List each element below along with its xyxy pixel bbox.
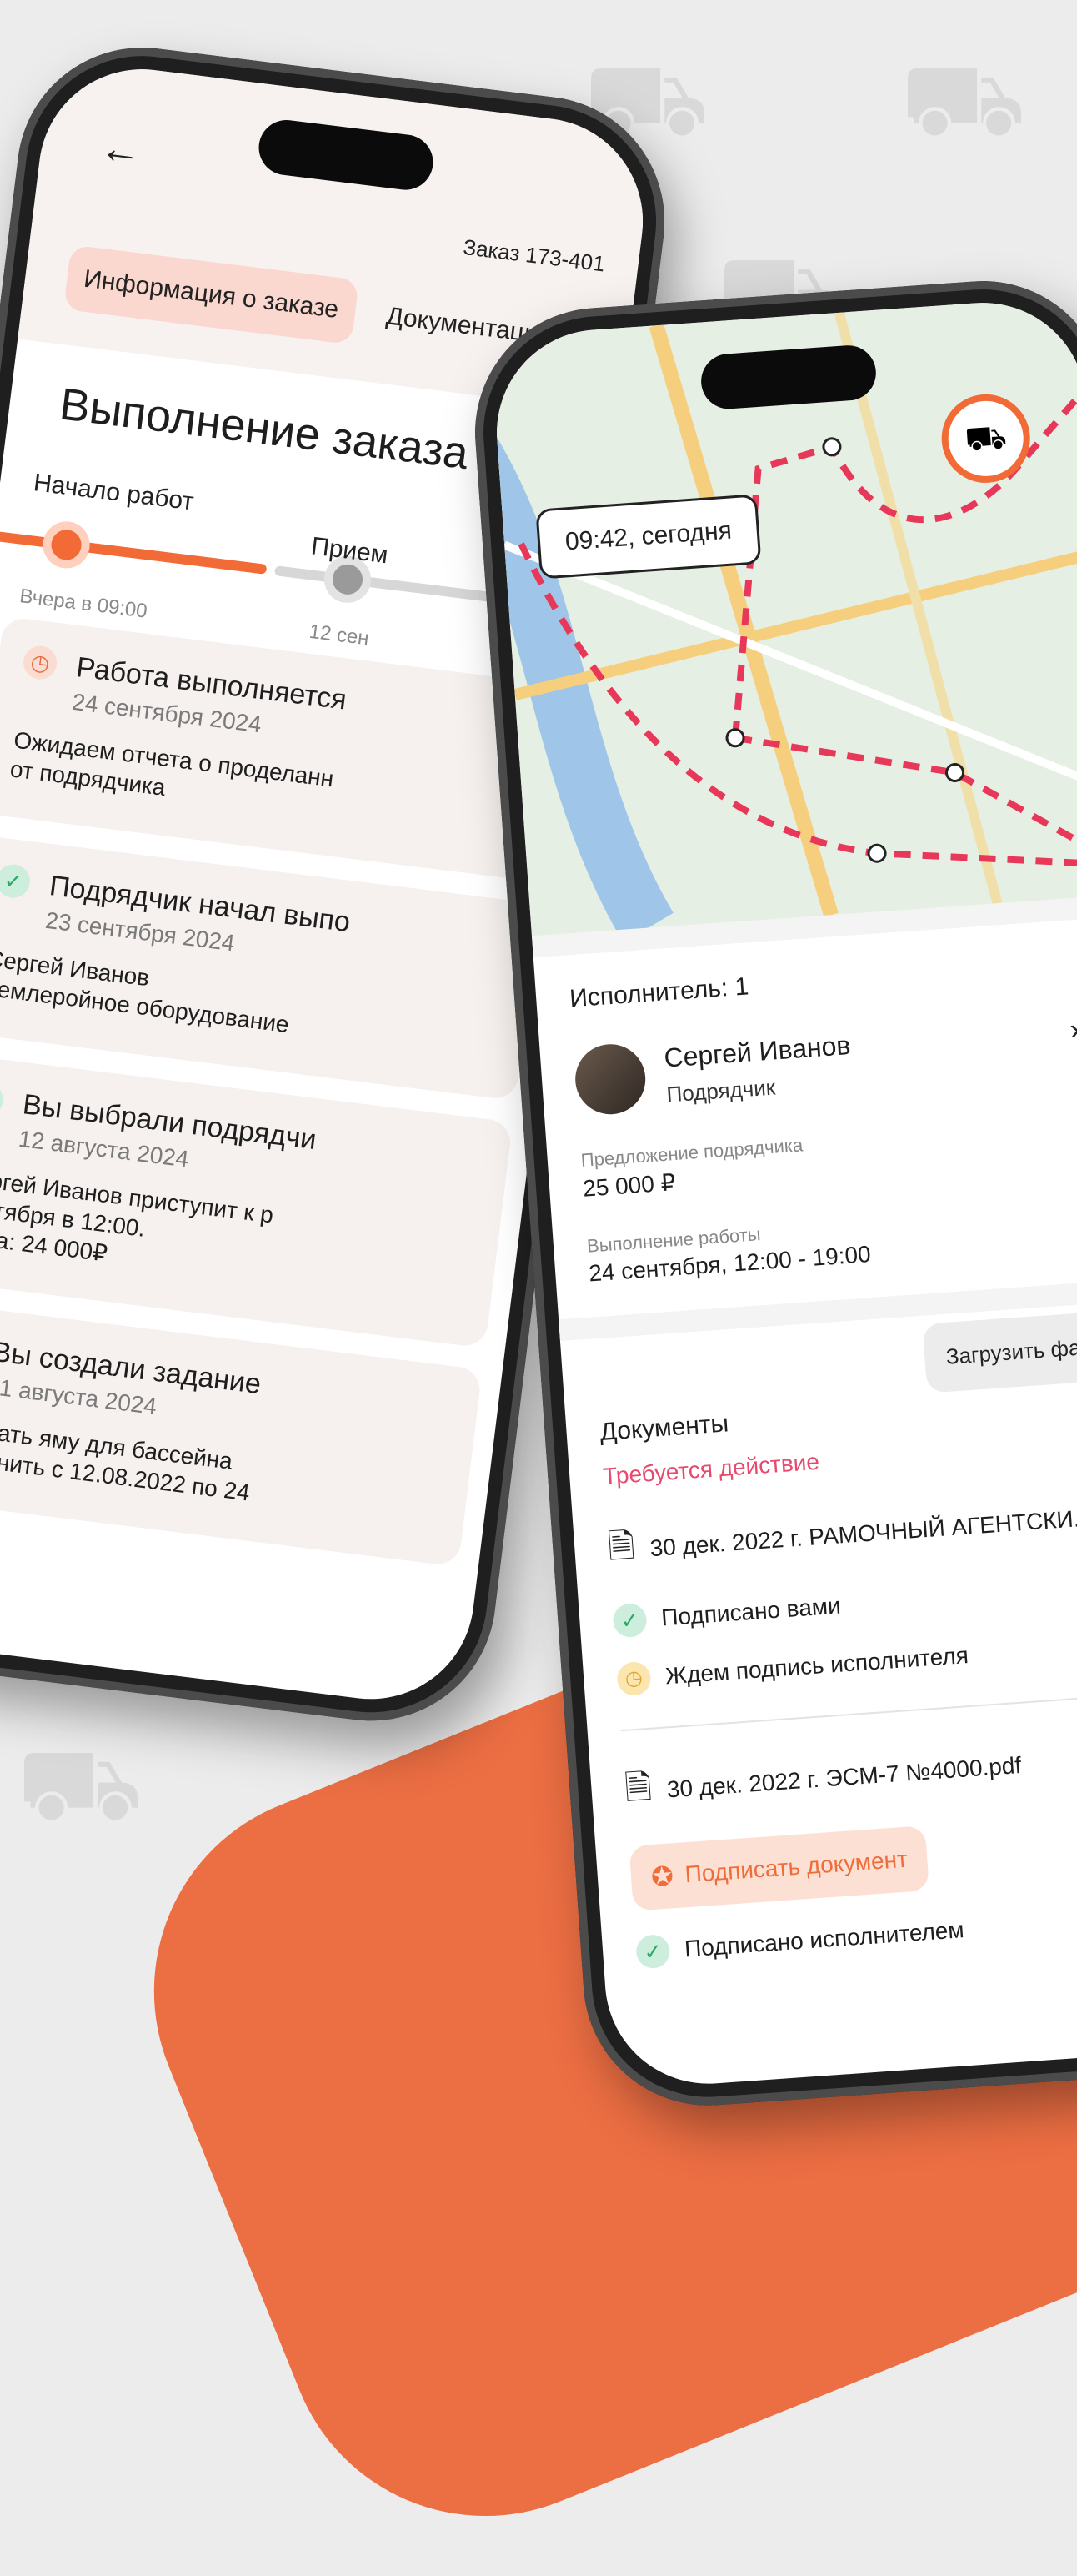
bulldozer-watermark-icon: ⛟ — [17, 1729, 143, 1840]
sign-document-label: Подписать документ — [684, 1845, 909, 1888]
order-number: Заказ 173-401 — [462, 233, 607, 277]
document-divider — [620, 1696, 1077, 1732]
timeline-step-label: Прием — [309, 532, 390, 570]
event-card[interactable]: ✓ Вы создали задание 11 августа 2024 Вык… — [0, 1300, 483, 1567]
executor-role: Подрядчик — [665, 1074, 776, 1107]
back-arrow-icon[interactable]: ← — [98, 123, 145, 176]
upload-file-button[interactable]: Загрузить файл — [922, 1309, 1077, 1393]
document-status: ✓ Подписано вами — [612, 1569, 1077, 1639]
status-text: Ждем подпись исполнителя — [664, 1641, 969, 1690]
executor-name: Сергей Иванов — [663, 1030, 852, 1073]
check-icon: ✓ — [612, 1602, 648, 1639]
event-card[interactable]: ✓ Подрядчик начал выпо 23 сентября 2024 … — [0, 834, 540, 1102]
document-status: ◷ Ждем подпись исполнителя — [616, 1627, 1077, 1697]
executor-section: Исполнитель: 1 › Сергей Иванов Подрядчик… — [533, 916, 1077, 1319]
chevron-right-icon[interactable]: › — [1069, 1012, 1077, 1047]
check-icon: ✓ — [0, 1081, 6, 1118]
document-status: ✓ Подписано исполнителем — [634, 1900, 1077, 1970]
timeline-step-date: 12 сен — [308, 620, 371, 650]
avatar — [573, 1042, 649, 1117]
document-item[interactable]: 🗎 30 дек. 2022 г. ЭСМ-7 №4000.pdf — [624, 1728, 1077, 1821]
check-icon: ✓ — [0, 862, 33, 900]
phone-screen: 09:42, сегодня ⛟ Исполнитель: 1 › Сергей… — [489, 295, 1077, 2091]
document-icon: 🗎 — [624, 1768, 654, 1808]
document-name: 30 дек. 2022 г. ЭСМ-7 №4000.pdf — [665, 1751, 1023, 1803]
status-text: Подписано вами — [660, 1592, 842, 1631]
signature-badge-icon: ✪ — [649, 1860, 675, 1893]
executor-card[interactable]: Сергей Иванов Подрядчик — [573, 1010, 1077, 1117]
documents-section: Загрузить файл Документы Требуется дейст… — [560, 1300, 1077, 2001]
executor-title: Исполнитель: 1 — [569, 972, 750, 1013]
status-text: Подписано исполнителем — [684, 1916, 965, 1962]
timeline-step-date: Вчера в 09:00 — [18, 585, 149, 623]
tab-order-info[interactable]: Информация о заказе — [63, 244, 359, 345]
timeline-progress-line — [0, 530, 268, 575]
document-name: 30 дек. 2022 г. РАМОЧНЫЙ АГЕНТСКИ... — [649, 1504, 1077, 1562]
timeline-step-label: Начало работ — [32, 469, 196, 516]
check-icon: ✓ — [634, 1933, 671, 1970]
document-icon: 🗎 — [606, 1527, 636, 1566]
crane-watermark-icon: ⛟ — [900, 44, 1026, 156]
document-item[interactable]: 🗎 30 дек. 2022 г. РАМОЧНЫЙ АГЕНТСКИ... — [606, 1487, 1077, 1580]
sign-document-button[interactable]: ✪ Подписать документ — [629, 1825, 930, 1911]
clock-icon: ◷ — [21, 644, 59, 681]
event-card[interactable]: ✓ Вы выбрали подрядчи 12 августа 2024 Се… — [0, 1052, 513, 1348]
clock-icon: ◷ — [616, 1660, 652, 1697]
timeline-step-done[interactable] — [40, 519, 93, 571]
